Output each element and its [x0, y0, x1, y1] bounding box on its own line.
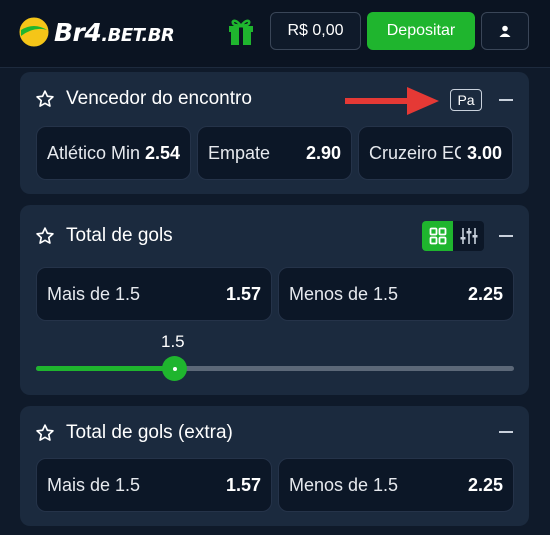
deposit-button[interactable]: Depositar	[367, 12, 475, 50]
odd-label: Mais de 1.5	[47, 283, 141, 304]
odd-label: Mais de 1.5	[47, 474, 141, 495]
logo-text: Br4.BET.BR	[54, 17, 175, 47]
odd-value: 3.00	[466, 142, 502, 163]
odd-label: Atlético Mineiro	[47, 142, 139, 163]
favorite-star-icon[interactable]	[35, 226, 55, 246]
soccer-ball-logo-icon	[18, 16, 50, 48]
logo[interactable]: Br4.BET.BR	[18, 14, 175, 50]
line-slider-track[interactable]	[36, 356, 514, 381]
market-title: Total de gols (extra)	[66, 422, 233, 443]
odd-label: Menos de 1.5	[289, 283, 399, 304]
market-card-total-goals: Total de gols Mais de 1.5 1.57 Menos de …	[20, 205, 529, 395]
favorite-star-icon[interactable]	[35, 89, 55, 109]
user-icon	[499, 25, 511, 37]
red-arrow-annotation-icon	[345, 87, 439, 115]
odd-label: Cruzeiro EC	[369, 142, 461, 163]
odd-button[interactable]: Mais de 1.5 1.57	[36, 267, 272, 321]
odd-value: 1.57	[225, 474, 261, 495]
market-title: Vencedor do encontro	[66, 88, 252, 109]
collapse-icon[interactable]	[499, 431, 513, 433]
balance-display[interactable]: R$ 0,00	[270, 12, 361, 50]
gift-icon[interactable]	[226, 14, 256, 46]
market-title: Total de gols	[66, 225, 173, 246]
odd-value: 2.25	[467, 283, 503, 304]
market-card-winner: Vencedor do encontro Pa Atlético Mineiro…	[20, 72, 529, 194]
line-slider-fill	[36, 366, 174, 371]
odd-button[interactable]: Atlético Mineiro 2.54	[36, 126, 191, 180]
odd-value: 2.90	[305, 142, 341, 163]
odd-label: Empate	[208, 142, 271, 163]
odd-button[interactable]: Menos de 1.5 2.25	[278, 458, 514, 512]
odd-value: 1.57	[225, 283, 261, 304]
grid-icon	[429, 227, 446, 245]
market-badge[interactable]: Pa	[450, 89, 482, 111]
favorite-star-icon[interactable]	[35, 423, 55, 443]
odd-button[interactable]: Cruzeiro EC 3.00	[358, 126, 513, 180]
grid-view-button[interactable]	[422, 221, 453, 251]
odd-label: Menos de 1.5	[289, 474, 399, 495]
market-card-total-goals-extra: Total de gols (extra) Mais de 1.5 1.57 M…	[20, 406, 529, 526]
slider-view-button[interactable]	[453, 221, 484, 251]
line-slider-handle[interactable]	[162, 356, 187, 381]
user-menu-button[interactable]	[481, 12, 529, 50]
odd-button[interactable]: Empate 2.90	[197, 126, 352, 180]
odd-button[interactable]: Mais de 1.5 1.57	[36, 458, 272, 512]
view-toggle	[422, 221, 484, 251]
odd-value: 2.25	[467, 474, 503, 495]
collapse-icon[interactable]	[499, 235, 513, 237]
top-header: Br4.BET.BR R$ 0,00 Depositar	[0, 0, 550, 68]
odd-button[interactable]: Menos de 1.5 2.25	[278, 267, 514, 321]
slider-value-label: 1.5	[161, 332, 185, 351]
collapse-icon[interactable]	[499, 99, 513, 101]
odd-value: 2.54	[144, 142, 180, 163]
sliders-icon	[460, 228, 477, 244]
